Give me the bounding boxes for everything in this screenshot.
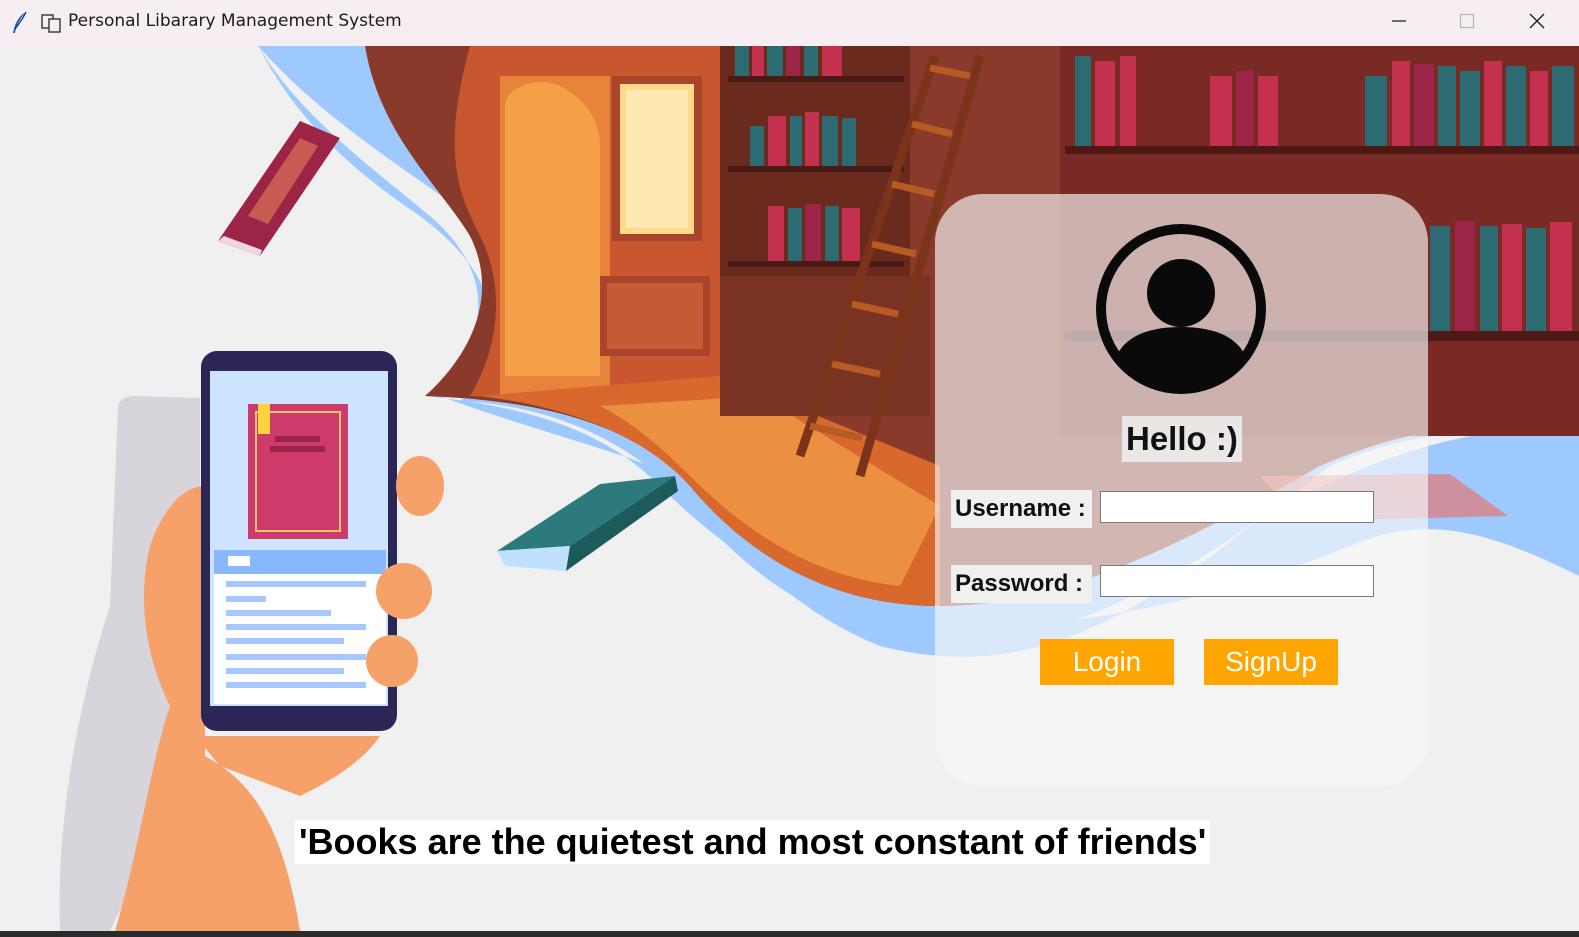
password-label: Password :	[951, 565, 1092, 603]
login-button[interactable]: Login	[1040, 639, 1174, 685]
user-avatar-icon	[1096, 224, 1266, 394]
title-bar: Personal Libarary Management System	[0, 0, 1579, 46]
minimize-icon	[1392, 20, 1406, 22]
maximize-icon	[1459, 13, 1475, 29]
window-title: Personal Libarary Management System	[68, 11, 402, 31]
close-button[interactable]	[1503, 0, 1571, 42]
window-bottom-border	[0, 931, 1579, 937]
flying-book-teal	[497, 476, 678, 571]
flying-book-red	[218, 121, 340, 256]
signup-button[interactable]: SignUp	[1204, 639, 1338, 685]
login-window-content: Hello :) Username : Password : Login Sig…	[0, 46, 1579, 931]
feather-icon	[13, 11, 27, 33]
minimize-button[interactable]	[1365, 0, 1433, 42]
close-icon	[1529, 13, 1545, 29]
username-input[interactable]	[1100, 491, 1374, 523]
password-input[interactable]	[1100, 565, 1374, 597]
snap-layout-icon[interactable]	[38, 9, 66, 37]
greeting-label: Hello :)	[1122, 416, 1242, 462]
username-label: Username :	[951, 490, 1092, 528]
maximize-button[interactable]	[1433, 0, 1501, 42]
quote-text: 'Books are the quietest and most constan…	[295, 820, 1211, 864]
